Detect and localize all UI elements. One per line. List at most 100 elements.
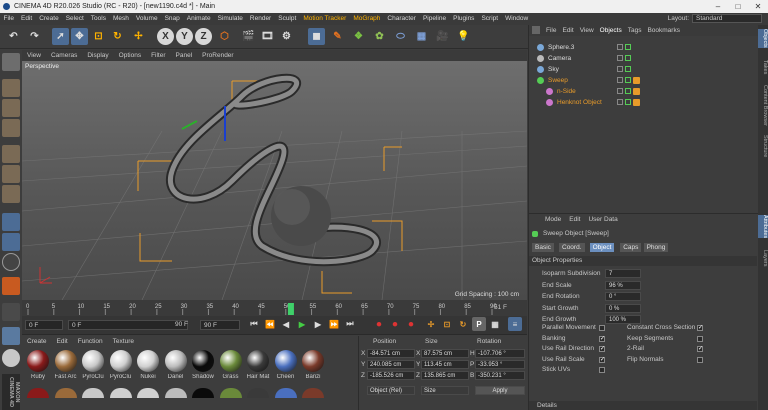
scale-key-button[interactable]: ⊡ xyxy=(440,317,454,331)
menu-pipeline[interactable]: Pipeline xyxy=(419,13,449,25)
checkbox-use-rail-scale[interactable]: ✓ xyxy=(599,356,605,363)
preview-end-field[interactable]: 90 F xyxy=(200,320,240,330)
menu-plugins[interactable]: Plugins xyxy=(450,13,478,25)
object-name[interactable]: Sphere.3 xyxy=(548,42,574,53)
object-name[interactable]: Sweep xyxy=(548,75,568,86)
object-row[interactable]: Camera xyxy=(529,53,759,64)
rotation-h-field[interactable]: -107.706 ° xyxy=(475,349,525,358)
object-menu-bookmarks[interactable]: Bookmarks xyxy=(644,25,683,36)
scale-tool-button[interactable]: ⊡ xyxy=(90,28,107,45)
material-menu-create[interactable]: Create xyxy=(22,336,52,347)
floor-button[interactable]: ▦ xyxy=(413,28,430,45)
tab-object[interactable]: Object xyxy=(589,243,615,252)
checkbox-use-rail-direction[interactable]: ✓ xyxy=(599,346,605,352)
render-view-button[interactable]: 🎬 xyxy=(240,28,257,45)
sidetab-content-browser[interactable]: Content Browser xyxy=(758,85,768,126)
z-axis-button[interactable]: Z xyxy=(195,28,212,45)
checkbox-flip-normals[interactable] xyxy=(697,356,703,363)
material-menu-texture[interactable]: Texture xyxy=(108,336,139,347)
material-item[interactable]: PyroClu xyxy=(109,350,133,398)
material-item[interactable]: Cheen xyxy=(274,350,298,398)
object-menu-objects[interactable]: Objects xyxy=(597,25,625,36)
field-start-growth[interactable]: 0 % xyxy=(605,303,641,313)
render-toggle[interactable] xyxy=(625,88,631,94)
recent-tool-button[interactable]: ✢ xyxy=(130,28,147,45)
menu-mograph[interactable]: MoGraph xyxy=(350,13,384,25)
checkbox-parallel-movement[interactable] xyxy=(599,325,605,331)
layout-dropdown[interactable]: Standard xyxy=(692,14,762,23)
material-item[interactable]: Fast Arc xyxy=(54,350,78,398)
object-row[interactable]: Sky xyxy=(529,64,759,75)
go-to-start-button[interactable]: ⏮ xyxy=(247,317,261,331)
minimize-button[interactable]: – xyxy=(708,0,728,13)
edges-mode-button[interactable] xyxy=(2,165,20,183)
sidetab-attributes[interactable]: Attributes xyxy=(758,215,768,239)
layout-selector[interactable]: Layout: Standard xyxy=(668,14,762,24)
viewport-menu-panel[interactable]: Panel xyxy=(171,50,198,61)
menu-snap[interactable]: Snap xyxy=(161,13,183,25)
menu-volume[interactable]: Volume xyxy=(132,13,161,25)
rotation-p-field[interactable]: -33.953 ° xyxy=(475,360,525,369)
material-item[interactable]: Grass xyxy=(219,350,243,398)
y-axis-button[interactable]: Y xyxy=(176,28,193,45)
viewport-perspective[interactable]: Perspective Grid Spacing : 100 cm xyxy=(22,61,527,300)
menu-window[interactable]: Window xyxy=(502,13,532,25)
record-active-button[interactable]: ⏺ xyxy=(372,317,386,331)
visibility-toggle[interactable] xyxy=(617,44,623,50)
previous-key-button[interactable]: ⏪ xyxy=(263,317,277,331)
object-name[interactable]: n-Side xyxy=(557,86,576,97)
attribute-menu-edit[interactable]: Edit xyxy=(565,216,584,223)
sidetab-takes[interactable]: Takes xyxy=(758,60,768,74)
menu-script[interactable]: Script xyxy=(478,13,502,25)
start-frame-field[interactable]: 0 F xyxy=(25,320,63,330)
menu-sculpt[interactable]: Sculpt xyxy=(275,13,300,25)
cube-button[interactable]: ◼ xyxy=(308,28,325,45)
object-name[interactable]: Sky xyxy=(548,64,559,75)
sculpt-button[interactable] xyxy=(2,349,20,367)
points-mode-button[interactable] xyxy=(2,145,20,163)
apply-button[interactable]: Apply xyxy=(475,386,525,395)
object-row[interactable]: Sweep xyxy=(529,75,759,86)
viewport-menu-options[interactable]: Options xyxy=(114,50,146,61)
tab-basic[interactable]: Basic xyxy=(532,243,554,252)
object-menu-file[interactable]: File xyxy=(543,25,559,36)
size-x-field[interactable]: 87.575 cm xyxy=(421,349,469,358)
checkbox-keep-segments[interactable] xyxy=(697,335,703,342)
visibility-toggle[interactable] xyxy=(617,66,623,72)
material-menu-edit[interactable]: Edit xyxy=(52,336,73,347)
play-button[interactable]: ▶ xyxy=(295,317,309,331)
timeline-menu-button[interactable]: ≡ xyxy=(508,317,522,331)
material-item[interactable]: Nukei xyxy=(136,350,160,398)
viewport-menu-filter[interactable]: Filter xyxy=(146,50,170,61)
menu-select[interactable]: Select xyxy=(62,13,87,25)
field-isoparm-subdivision[interactable]: 7 xyxy=(605,269,641,278)
object-row[interactable]: Sphere.3 xyxy=(529,42,759,53)
material-item[interactable]: Ruby xyxy=(26,350,50,398)
make-editable-button[interactable] xyxy=(2,53,20,71)
next-frame-button[interactable]: ▶ xyxy=(311,317,325,331)
visibility-toggle[interactable] xyxy=(617,77,623,83)
sidetab-objects[interactable]: Objects xyxy=(758,29,768,48)
visibility-toggle[interactable] xyxy=(617,99,623,105)
snap-button[interactable] xyxy=(2,253,20,271)
current-frame-field[interactable]: 0 F xyxy=(68,320,188,330)
object-row[interactable]: Henknot Object xyxy=(529,97,759,108)
menu-tools[interactable]: Tools xyxy=(87,13,109,25)
render-picture-viewer-button[interactable]: 🎞 xyxy=(259,28,276,45)
polygons-mode-button[interactable] xyxy=(2,185,20,203)
menu-edit[interactable]: Edit xyxy=(17,13,35,25)
texture-mode-button[interactable] xyxy=(2,99,20,117)
sidetab-structure[interactable]: Structure xyxy=(758,135,768,157)
pen-button[interactable]: ✎ xyxy=(329,28,346,45)
menu-motion-tracker[interactable]: Motion Tracker xyxy=(300,13,350,25)
x-axis-button[interactable]: X xyxy=(157,28,174,45)
field-end-rotation[interactable]: 0 ° xyxy=(605,292,641,301)
model-mode-button[interactable] xyxy=(2,79,20,97)
object-name[interactable]: Henknot Object xyxy=(557,97,602,108)
keyframe-selection-button[interactable]: ⏺ xyxy=(404,317,418,331)
move-tool-button[interactable]: ✥ xyxy=(71,28,88,45)
object-row[interactable]: n-Side xyxy=(529,86,759,97)
camera-button[interactable]: 🎥 xyxy=(434,28,451,45)
menu-create[interactable]: Create xyxy=(36,13,63,25)
rotation-b-field[interactable]: -350.231 ° xyxy=(475,371,525,380)
